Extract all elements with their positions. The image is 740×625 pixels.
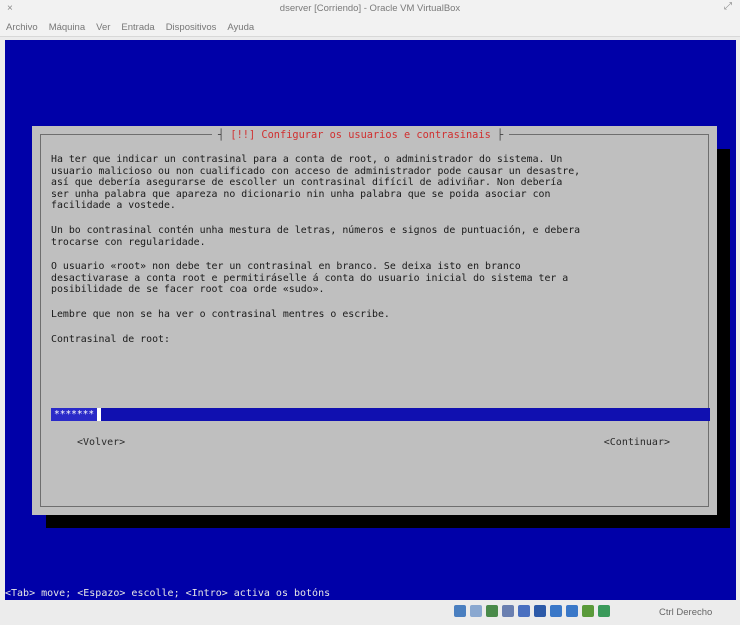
description-paragraph-1: Ha ter que indicar un contrasinal para a… xyxy=(51,154,581,212)
root-password-field[interactable]: ******* xyxy=(51,408,710,421)
usb-icon[interactable] xyxy=(502,605,514,617)
network-icon[interactable] xyxy=(486,605,498,617)
password-label: Contrasinal de root: xyxy=(51,333,170,345)
dialog-body: Ha ter que indicar un contrasinal para a… xyxy=(51,154,711,345)
window-title: dserver [Corriendo] - Oracle VM VirtualB… xyxy=(279,3,461,14)
installer-dialog: ┤ [!!] Configurar os usuarios e contrasi… xyxy=(32,126,717,515)
guest-additions-icon[interactable] xyxy=(598,605,610,617)
back-button[interactable]: <Volver> xyxy=(77,437,125,448)
optical-drive-icon[interactable] xyxy=(470,605,482,617)
display-icon[interactable] xyxy=(534,605,546,617)
vm-console[interactable]: ┤ [!!] Configurar os usuarios e contrasi… xyxy=(5,40,736,600)
statusbar: Ctrl Derecho xyxy=(0,600,740,625)
host-key-label: Ctrl Derecho xyxy=(659,607,713,618)
password-value: ******* xyxy=(51,408,102,421)
mouse-integration-icon[interactable] xyxy=(566,605,578,617)
cpu-icon[interactable] xyxy=(582,605,594,617)
dialog-title: ┤ [!!] Configurar os usuarios e contrasi… xyxy=(212,128,510,142)
menu-ayuda[interactable]: Ayuda xyxy=(227,22,254,33)
hard-disk-icon[interactable] xyxy=(454,605,466,617)
menubar: Archivo Máquina Ver Entrada Dispositivos… xyxy=(0,18,740,37)
dialog-title-text: [!!] Configurar os usuarios e contrasina… xyxy=(224,129,497,141)
menu-archivo[interactable]: Archivo xyxy=(6,22,38,33)
continue-button[interactable]: <Continuar> xyxy=(604,437,670,448)
keyboard-hint: <Tab> move; <Espazo> escolle; <Intro> ac… xyxy=(5,588,331,599)
menu-ver[interactable]: Ver xyxy=(96,22,110,33)
description-paragraph-4: Lembre que non se ha ver o contrasinal m… xyxy=(51,308,390,320)
menu-entrada[interactable]: Entrada xyxy=(121,22,154,33)
window-titlebar: × dserver [Corriendo] - Oracle VM Virtua… xyxy=(0,0,740,18)
maximize-icon[interactable]: ⤢ xyxy=(724,0,732,16)
description-paragraph-2: Un bo contrasinal contén unha mestura de… xyxy=(51,224,581,248)
description-paragraph-3: O usuario «root» non debe ter un contras… xyxy=(51,261,569,296)
menu-dispositivos[interactable]: Dispositivos xyxy=(166,22,217,33)
title-bracket-right: ├ xyxy=(496,129,504,141)
menu-maquina[interactable]: Máquina xyxy=(49,22,85,33)
close-icon[interactable]: × xyxy=(7,0,13,18)
status-icons xyxy=(454,605,610,617)
video-capture-icon[interactable] xyxy=(550,605,562,617)
shared-folders-icon[interactable] xyxy=(518,605,530,617)
